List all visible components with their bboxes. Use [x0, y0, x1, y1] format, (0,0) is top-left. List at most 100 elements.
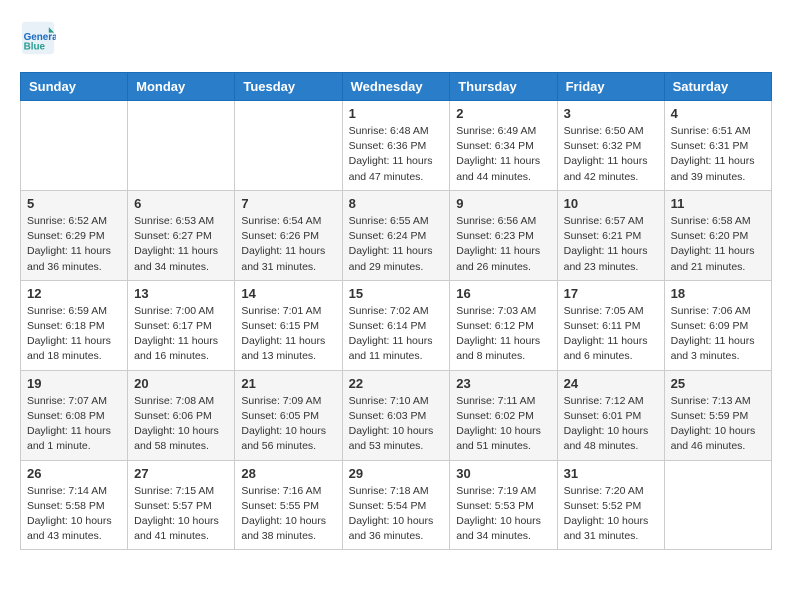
day-number: 16 [456, 286, 550, 301]
calendar-cell: 15 Sunrise: 7:02 AM Sunset: 6:14 PM Dayli… [342, 280, 450, 370]
calendar-cell: 9 Sunrise: 6:56 AM Sunset: 6:23 PM Daylig… [450, 190, 557, 280]
day-number: 2 [456, 106, 550, 121]
calendar-cell: 30 Sunrise: 7:19 AM Sunset: 5:53 PM Dayli… [450, 460, 557, 550]
calendar-cell [21, 101, 128, 191]
calendar-cell: 19 Sunrise: 7:07 AM Sunset: 6:08 PM Dayli… [21, 370, 128, 460]
calendar-cell: 2 Sunrise: 6:49 AM Sunset: 6:34 PM Daylig… [450, 101, 557, 191]
calendar-cell: 10 Sunrise: 6:57 AM Sunset: 6:21 PM Dayli… [557, 190, 664, 280]
calendar-cell: 3 Sunrise: 6:50 AM Sunset: 6:32 PM Daylig… [557, 101, 664, 191]
day-info: Sunrise: 6:51 AM Sunset: 6:31 PM Dayligh… [671, 124, 765, 185]
header-saturday: Saturday [664, 73, 771, 101]
header-sunday: Sunday [21, 73, 128, 101]
calendar-cell: 24 Sunrise: 7:12 AM Sunset: 6:01 PM Dayli… [557, 370, 664, 460]
calendar-cell: 16 Sunrise: 7:03 AM Sunset: 6:12 PM Dayli… [450, 280, 557, 370]
day-number: 11 [671, 196, 765, 211]
calendar-cell: 8 Sunrise: 6:55 AM Sunset: 6:24 PM Daylig… [342, 190, 450, 280]
day-number: 13 [134, 286, 228, 301]
calendar-cell: 1Sunrise: 6:48 AM Sunset: 6:36 PM Daylig… [342, 101, 450, 191]
day-info: Sunrise: 6:50 AM Sunset: 6:32 PM Dayligh… [564, 124, 658, 185]
calendar-cell: 21 Sunrise: 7:09 AM Sunset: 6:05 PM Dayli… [235, 370, 342, 460]
day-info: Sunrise: 6:52 AM Sunset: 6:29 PM Dayligh… [27, 214, 121, 275]
day-number: 21 [241, 376, 335, 391]
day-info: Sunrise: 6:56 AM Sunset: 6:23 PM Dayligh… [456, 214, 550, 275]
day-number: 30 [456, 466, 550, 481]
day-number: 19 [27, 376, 121, 391]
calendar-cell: 31 Sunrise: 7:20 AM Sunset: 5:52 PM Dayli… [557, 460, 664, 550]
logo-icon: General Blue [20, 20, 56, 56]
day-info: Sunrise: 7:03 AM Sunset: 6:12 PM Dayligh… [456, 304, 550, 365]
calendar-cell: 29 Sunrise: 7:18 AM Sunset: 5:54 PM Dayli… [342, 460, 450, 550]
calendar-cell: 11Sunrise: 6:58 AM Sunset: 6:20 PM Dayli… [664, 190, 771, 280]
calendar-cell: 25Sunrise: 7:13 AM Sunset: 5:59 PM Dayli… [664, 370, 771, 460]
svg-text:Blue: Blue [24, 42, 46, 53]
day-number: 26 [27, 466, 121, 481]
header-wednesday: Wednesday [342, 73, 450, 101]
day-info: Sunrise: 7:01 AM Sunset: 6:15 PM Dayligh… [241, 304, 335, 365]
calendar-cell: 22 Sunrise: 7:10 AM Sunset: 6:03 PM Dayli… [342, 370, 450, 460]
day-info: Sunrise: 7:08 AM Sunset: 6:06 PM Dayligh… [134, 394, 228, 455]
page-header: General Blue [20, 20, 772, 56]
header-friday: Friday [557, 73, 664, 101]
day-info: Sunrise: 6:54 AM Sunset: 6:26 PM Dayligh… [241, 214, 335, 275]
day-info: Sunrise: 7:19 AM Sunset: 5:53 PM Dayligh… [456, 484, 550, 545]
day-number: 29 [349, 466, 444, 481]
calendar-cell: 26 Sunrise: 7:14 AM Sunset: 5:58 PM Dayli… [21, 460, 128, 550]
calendar-cell: 13 Sunrise: 7:00 AM Sunset: 6:17 PM Dayli… [128, 280, 235, 370]
calendar-week-row: 12Sunrise: 6:59 AM Sunset: 6:18 PM Dayli… [21, 280, 772, 370]
day-info: Sunrise: 7:07 AM Sunset: 6:08 PM Dayligh… [27, 394, 121, 455]
calendar-week-row: 19 Sunrise: 7:07 AM Sunset: 6:08 PM Dayli… [21, 370, 772, 460]
calendar-cell [235, 101, 342, 191]
day-info: Sunrise: 7:13 AM Sunset: 5:59 PM Dayligh… [671, 394, 765, 455]
calendar-header-row: SundayMondayTuesdayWednesdayThursdayFrid… [21, 73, 772, 101]
day-number: 10 [564, 196, 658, 211]
day-info: Sunrise: 6:55 AM Sunset: 6:24 PM Dayligh… [349, 214, 444, 275]
calendar-week-row: 26 Sunrise: 7:14 AM Sunset: 5:58 PM Dayli… [21, 460, 772, 550]
calendar-cell: 27Sunrise: 7:15 AM Sunset: 5:57 PM Dayli… [128, 460, 235, 550]
day-info: Sunrise: 7:11 AM Sunset: 6:02 PM Dayligh… [456, 394, 550, 455]
calendar-cell: 6Sunrise: 6:53 AM Sunset: 6:27 PM Daylig… [128, 190, 235, 280]
day-info: Sunrise: 7:09 AM Sunset: 6:05 PM Dayligh… [241, 394, 335, 455]
day-info: Sunrise: 7:10 AM Sunset: 6:03 PM Dayligh… [349, 394, 444, 455]
day-number: 17 [564, 286, 658, 301]
day-number: 23 [456, 376, 550, 391]
calendar-cell: 7 Sunrise: 6:54 AM Sunset: 6:26 PM Daylig… [235, 190, 342, 280]
day-info: Sunrise: 7:12 AM Sunset: 6:01 PM Dayligh… [564, 394, 658, 455]
day-info: Sunrise: 7:06 AM Sunset: 6:09 PM Dayligh… [671, 304, 765, 365]
day-number: 20 [134, 376, 228, 391]
calendar-cell: 18Sunrise: 7:06 AM Sunset: 6:09 PM Dayli… [664, 280, 771, 370]
day-number: 6 [134, 196, 228, 211]
day-number: 4 [671, 106, 765, 121]
calendar-cell: 23 Sunrise: 7:11 AM Sunset: 6:02 PM Dayli… [450, 370, 557, 460]
day-number: 22 [349, 376, 444, 391]
day-number: 28 [241, 466, 335, 481]
calendar-cell [664, 460, 771, 550]
header-monday: Monday [128, 73, 235, 101]
day-info: Sunrise: 7:05 AM Sunset: 6:11 PM Dayligh… [564, 304, 658, 365]
calendar-cell: 4 Sunrise: 6:51 AM Sunset: 6:31 PM Daylig… [664, 101, 771, 191]
day-info: Sunrise: 6:49 AM Sunset: 6:34 PM Dayligh… [456, 124, 550, 185]
day-number: 9 [456, 196, 550, 211]
calendar-week-row: 5Sunrise: 6:52 AM Sunset: 6:29 PM Daylig… [21, 190, 772, 280]
day-number: 14 [241, 286, 335, 301]
day-number: 8 [349, 196, 444, 211]
day-number: 24 [564, 376, 658, 391]
calendar-cell: 14 Sunrise: 7:01 AM Sunset: 6:15 PM Dayli… [235, 280, 342, 370]
calendar-week-row: 1Sunrise: 6:48 AM Sunset: 6:36 PM Daylig… [21, 101, 772, 191]
day-info: Sunrise: 7:18 AM Sunset: 5:54 PM Dayligh… [349, 484, 444, 545]
day-number: 15 [349, 286, 444, 301]
day-info: Sunrise: 7:20 AM Sunset: 5:52 PM Dayligh… [564, 484, 658, 545]
calendar-cell: 5Sunrise: 6:52 AM Sunset: 6:29 PM Daylig… [21, 190, 128, 280]
day-number: 3 [564, 106, 658, 121]
day-info: Sunrise: 7:16 AM Sunset: 5:55 PM Dayligh… [241, 484, 335, 545]
day-number: 7 [241, 196, 335, 211]
day-number: 1 [349, 106, 444, 121]
day-info: Sunrise: 6:57 AM Sunset: 6:21 PM Dayligh… [564, 214, 658, 275]
day-number: 31 [564, 466, 658, 481]
day-info: Sunrise: 7:00 AM Sunset: 6:17 PM Dayligh… [134, 304, 228, 365]
calendar-cell: 17 Sunrise: 7:05 AM Sunset: 6:11 PM Dayli… [557, 280, 664, 370]
day-info: Sunrise: 7:14 AM Sunset: 5:58 PM Dayligh… [27, 484, 121, 545]
calendar-cell [128, 101, 235, 191]
calendar-cell: 12Sunrise: 6:59 AM Sunset: 6:18 PM Dayli… [21, 280, 128, 370]
day-info: Sunrise: 7:02 AM Sunset: 6:14 PM Dayligh… [349, 304, 444, 365]
calendar-cell: 28 Sunrise: 7:16 AM Sunset: 5:55 PM Dayli… [235, 460, 342, 550]
